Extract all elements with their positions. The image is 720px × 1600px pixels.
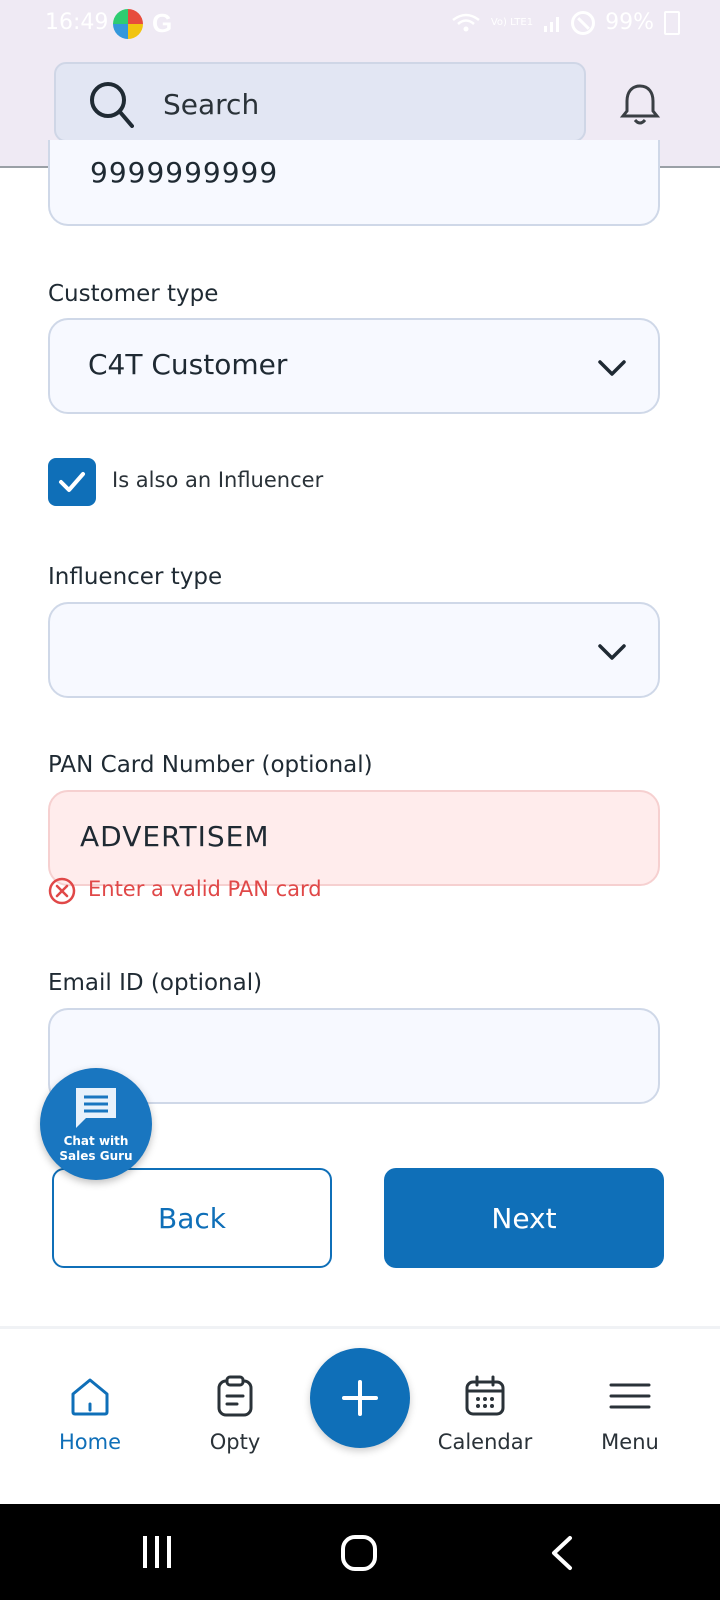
email-label: Email ID (optional)	[48, 970, 263, 996]
battery-percent: 99%	[605, 10, 654, 35]
influencer-type-label: Influencer type	[48, 564, 223, 590]
status-right: Vo) LTE1 99%	[451, 10, 680, 35]
back-arrow-icon[interactable]	[548, 1534, 576, 1572]
pan-card-input[interactable]: ADVERTISEM	[48, 790, 660, 886]
google-icon: G	[152, 8, 173, 38]
hamburger-icon	[609, 1383, 651, 1409]
chevron-down-icon	[598, 360, 626, 376]
pan-card-error: Enter a valid PAN card	[88, 877, 322, 901]
pan-card-value: ADVERTISEM	[80, 820, 270, 853]
chat-fab-line1: Chat with	[63, 1134, 129, 1148]
chat-bubble-icon	[76, 1088, 116, 1128]
error-icon	[48, 877, 76, 905]
home-circle-icon[interactable]	[340, 1534, 378, 1572]
nav-menu-label: Menu	[601, 1430, 659, 1454]
phone-field[interactable]: 9999999999	[48, 140, 660, 226]
calendar-icon	[465, 1375, 505, 1416]
influencer-type-select[interactable]	[48, 602, 660, 698]
pan-card-label: PAN Card Number (optional)	[48, 752, 373, 778]
add-button[interactable]	[310, 1348, 410, 1448]
customer-type-value: C4T Customer	[88, 348, 288, 381]
plus-icon	[342, 1380, 378, 1416]
recent-apps-icon[interactable]	[140, 1534, 176, 1570]
search-input[interactable]	[161, 78, 565, 130]
back-button[interactable]: Back	[52, 1168, 332, 1268]
dnd-icon	[571, 10, 596, 35]
customer-type-label: Customer type	[48, 281, 219, 307]
phone-value: 9999999999	[90, 156, 279, 189]
nav-calendar-label: Calendar	[437, 1430, 533, 1454]
nav-opty[interactable]: Opty	[180, 1374, 290, 1454]
battery-icon	[664, 10, 680, 35]
customer-type-select[interactable]: C4T Customer	[48, 318, 660, 414]
influencer-checkbox-label: Is also an Influencer	[112, 468, 324, 492]
next-button[interactable]: Next	[384, 1168, 664, 1268]
notification-bell-icon[interactable]	[616, 80, 664, 128]
nav-opty-label: Opty	[209, 1430, 261, 1454]
search-icon	[90, 82, 134, 128]
checkmark-icon	[59, 472, 85, 492]
nav-home[interactable]: Home	[35, 1374, 145, 1454]
search-bar[interactable]	[54, 62, 586, 142]
clipboard-icon	[217, 1375, 253, 1417]
nav-home-label: Home	[58, 1430, 121, 1454]
network-label: Vo) LTE1	[490, 16, 534, 28]
wifi-icon	[452, 13, 480, 31]
chat-sales-guru-button[interactable]: Chat with Sales Guru	[40, 1068, 152, 1180]
chat-fab-line2: Sales Guru	[59, 1149, 133, 1163]
app-logo-icon	[113, 9, 143, 39]
nav-calendar[interactable]: Calendar	[430, 1374, 540, 1454]
home-icon	[71, 1378, 109, 1416]
chat-fab-label: Chat with Sales Guru	[40, 1134, 152, 1164]
status-time: 16:49	[45, 10, 109, 35]
signal-icon	[544, 16, 560, 32]
status-bar: 16:49 G Vo) LTE1 99%	[0, 0, 720, 50]
nav-menu[interactable]: Menu	[575, 1374, 685, 1454]
system-navigation-bar	[0, 1504, 720, 1600]
influencer-checkbox[interactable]	[48, 458, 96, 506]
chevron-down-icon	[598, 644, 626, 660]
